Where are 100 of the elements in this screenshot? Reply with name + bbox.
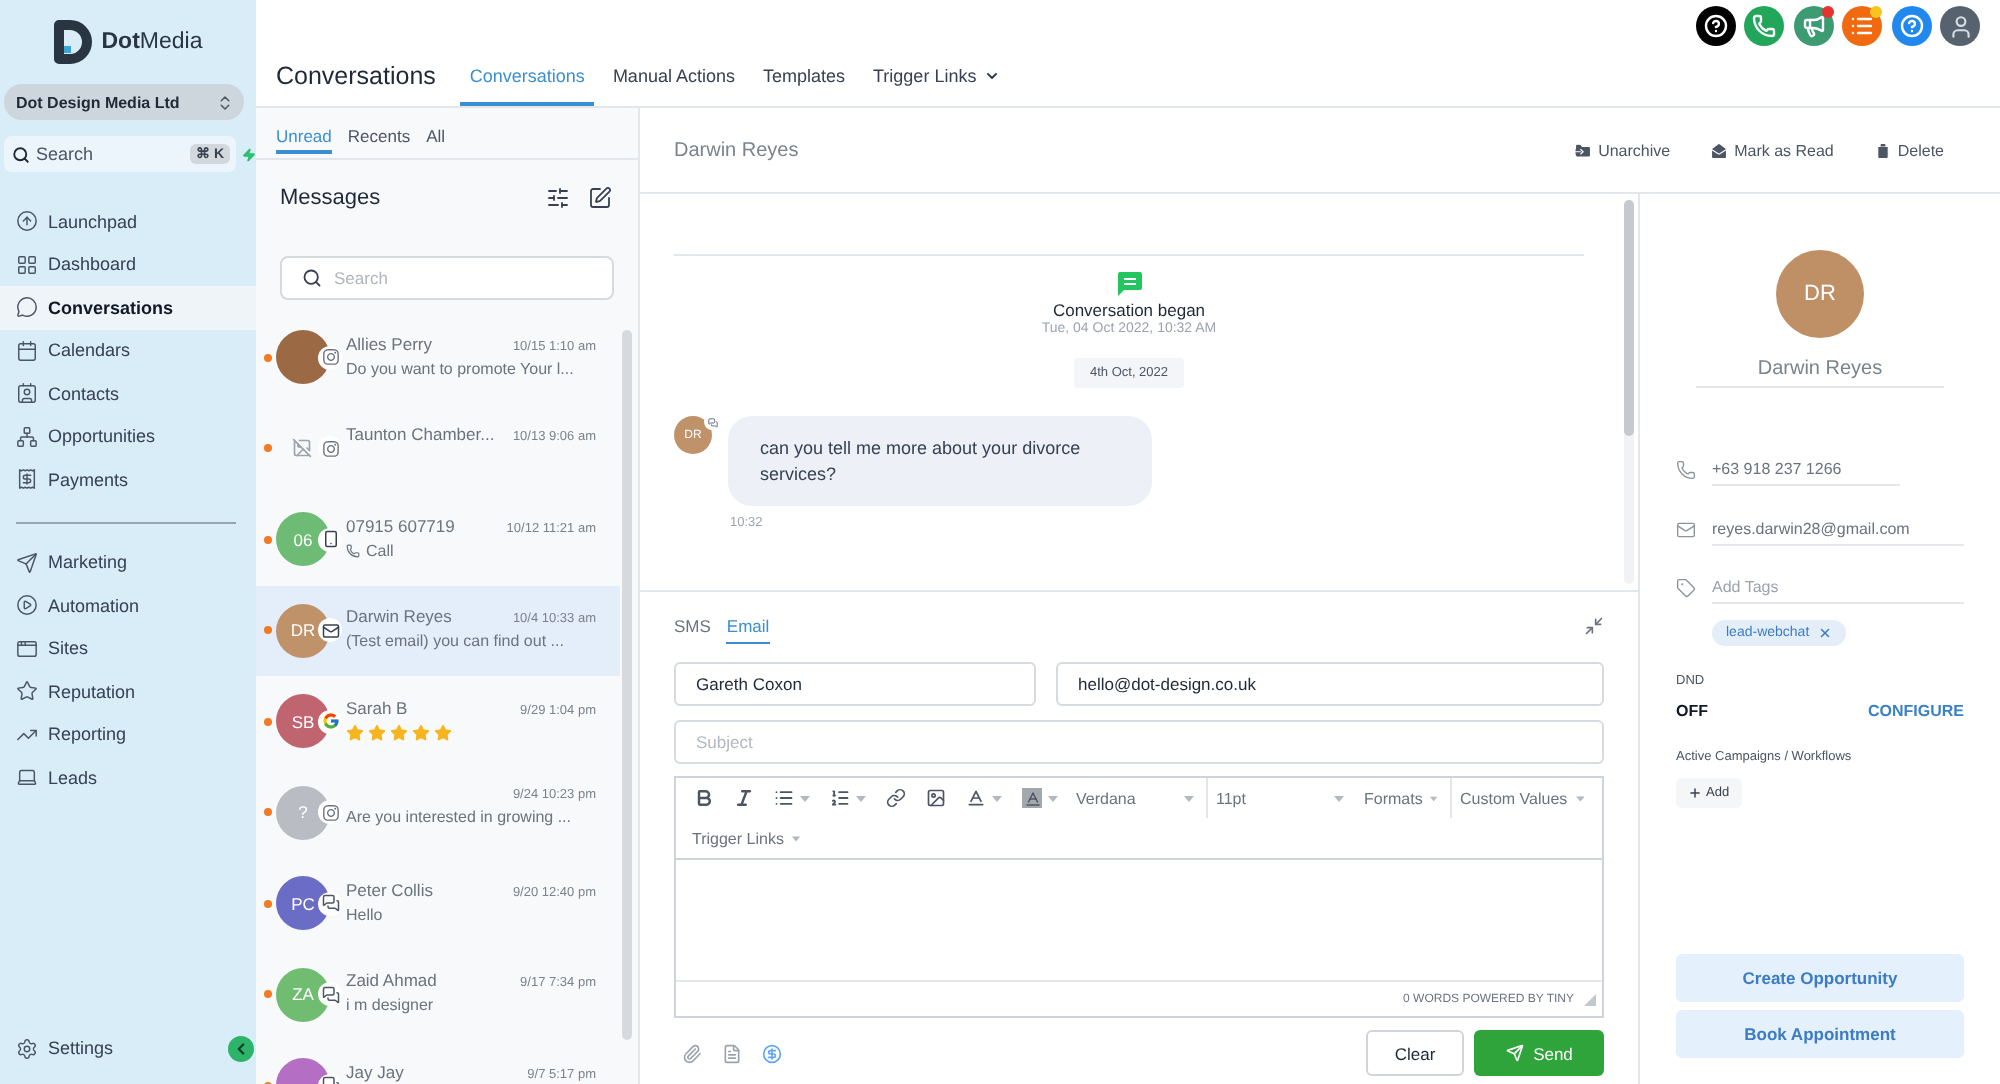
panel-button[interactable]: Create Opportunity <box>1676 954 1964 1002</box>
bold-icon[interactable] <box>694 788 714 808</box>
dollar-icon[interactable] <box>762 1043 782 1063</box>
message-preview: (Test email) you can find out ... <box>346 632 566 653</box>
tab[interactable]: All <box>426 126 446 154</box>
megaphone-icon[interactable] <box>1793 6 1833 46</box>
contact-name: Jay Jay <box>346 1061 404 1082</box>
caret-icon <box>1334 795 1344 801</box>
action-button[interactable]: Delete <box>1873 141 1944 159</box>
avatar: PC <box>276 876 330 931</box>
envelope-icon <box>1710 141 1729 159</box>
camera-icon <box>318 345 342 370</box>
nav-item[interactable]: Reporting <box>0 713 256 756</box>
contact-name: Darwin Reyes <box>346 606 452 627</box>
star-icon <box>412 723 430 742</box>
nav-item[interactable]: Launchpad <box>0 200 256 243</box>
phone-icon <box>346 544 360 559</box>
phone-icon <box>1676 460 1696 480</box>
chat-icon <box>704 414 720 430</box>
clear-button[interactable]: Clear <box>1366 1030 1464 1076</box>
nav-item[interactable]: Dashboard <box>0 243 256 286</box>
nav-item[interactable]: Marketing <box>0 541 256 584</box>
avatar: DR <box>1776 250 1864 338</box>
tab[interactable]: Trigger Links <box>863 52 1011 106</box>
link-icon[interactable] <box>886 788 906 808</box>
email-field[interactable]: reyes.darwin28@gmail.com <box>1712 514 1964 546</box>
nav-item[interactable]: Automation <box>0 584 256 627</box>
search-input[interactable]: Search <box>36 136 184 172</box>
nav-item[interactable]: Reputation <box>0 670 256 713</box>
nav-item[interactable]: Conversations <box>0 286 256 329</box>
email-field[interactable]: hello@dot-design.co.uk <box>1056 662 1604 706</box>
contact-name: Allies Perry <box>346 333 432 354</box>
close-icon[interactable] <box>1817 626 1832 640</box>
menu-button[interactable]: Custom Values <box>1452 778 1596 818</box>
panel-button[interactable]: Book Appointment <box>1676 1010 1964 1058</box>
page-title: Conversations <box>276 60 436 94</box>
photo-placeholder <box>276 330 330 385</box>
star-icon <box>434 723 452 742</box>
menu-button[interactable]: Trigger Links <box>684 818 812 858</box>
compose-icon[interactable] <box>588 186 612 210</box>
size-select[interactable]: 11pt <box>1208 778 1356 818</box>
chevrons-icon <box>216 93 234 111</box>
nav-item[interactable]: Payments <box>0 458 256 501</box>
menu-button[interactable]: Formats <box>1356 778 1452 818</box>
shrink-icon[interactable] <box>1584 616 1604 636</box>
settings-icon <box>16 1037 38 1060</box>
nav-item[interactable]: Contacts <box>0 372 256 415</box>
broken-image-icon <box>292 438 312 459</box>
tab[interactable]: Templates <box>752 52 856 106</box>
chevron-left-icon <box>232 1040 250 1058</box>
filter-icon[interactable] <box>546 186 570 210</box>
scrollbar-thumb[interactable] <box>1624 200 1634 436</box>
subject-field[interactable]: Subject <box>674 720 1604 764</box>
caret-icon <box>992 795 1002 801</box>
tab[interactable]: Manual Actions <box>602 52 745 106</box>
font-select[interactable]: Verdana <box>1068 778 1208 818</box>
scrollbar-track[interactable] <box>1624 200 1634 584</box>
list-icon[interactable] <box>1842 6 1882 46</box>
contact-name: Taunton Chamber... <box>346 424 495 445</box>
avatar-icon[interactable] <box>1940 6 1980 46</box>
contact-card-icon <box>16 382 38 405</box>
nav-item[interactable]: Settings <box>0 1027 134 1070</box>
camera-icon <box>318 800 342 825</box>
highlight-color-icon[interactable] <box>1022 788 1042 808</box>
help-icon[interactable] <box>1695 6 1735 46</box>
nav-item[interactable]: Opportunities <box>0 415 256 458</box>
account-selector[interactable]: Dot Design Media Ltd <box>4 84 244 120</box>
paperclip-icon[interactable] <box>682 1043 702 1063</box>
bullet-list-icon[interactable] <box>774 788 794 808</box>
star-icon <box>390 723 408 742</box>
tab[interactable]: SMS <box>674 608 711 644</box>
numbered-list-icon[interactable] <box>830 788 850 808</box>
tags-field[interactable]: Add Tags <box>1712 572 1964 604</box>
image-icon[interactable] <box>926 788 946 808</box>
search-input[interactable]: Search <box>334 258 592 298</box>
document-icon[interactable] <box>722 1043 742 1063</box>
text-color-icon[interactable] <box>966 788 986 808</box>
star-icon <box>368 723 386 742</box>
scrollbar[interactable] <box>622 330 632 1040</box>
configure-link[interactable]: CONFIGURE <box>1868 702 1964 720</box>
caret-icon <box>1575 795 1584 801</box>
tab[interactable]: Recents <box>347 126 411 154</box>
nav-item[interactable]: Leads <box>0 756 256 799</box>
search-field[interactable]: Search <box>280 256 614 300</box>
phone-icon[interactable] <box>1744 6 1784 46</box>
action-button[interactable]: Mark as Read <box>1710 141 1834 159</box>
name-field[interactable]: Gareth Coxon <box>674 662 1036 706</box>
action-button[interactable]: Unarchive <box>1574 141 1671 159</box>
phone-field[interactable]: +63 918 237 1266 <box>1712 454 1900 486</box>
nav-item[interactable]: Sites <box>0 627 256 670</box>
dnd-value: OFF <box>1676 702 1708 720</box>
mail-icon <box>1676 520 1696 540</box>
nav-item[interactable]: Calendars <box>0 329 256 372</box>
logo-mark-icon <box>53 20 92 64</box>
contact-name: Peter Collis <box>346 879 433 900</box>
message-preview: Hello <box>346 905 385 926</box>
caret-icon <box>1430 795 1438 801</box>
phone-icon <box>318 527 342 552</box>
search-icon <box>12 145 30 163</box>
italic-icon[interactable] <box>734 788 754 808</box>
